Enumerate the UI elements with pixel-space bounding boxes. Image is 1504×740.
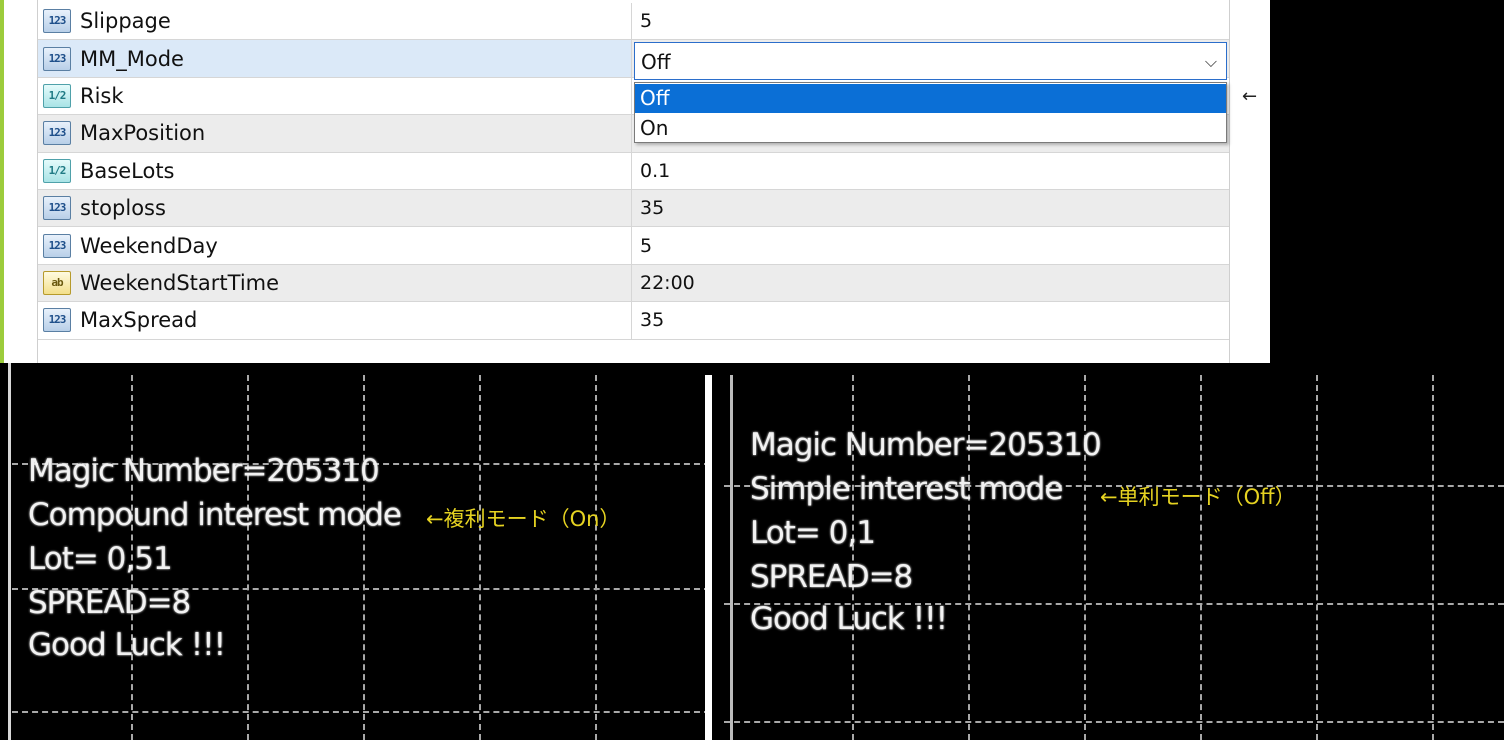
grid-line [1432,375,1434,740]
integer-type-icon: 123 [43,9,71,34]
grid-line [12,711,710,713]
param-row-slippage[interactable]: 123 Slippage 5 [38,3,1229,41]
grid-line [247,375,249,740]
integer-type-icon: 123 [43,196,71,221]
dropdown-option-off[interactable]: Off [635,84,1226,113]
info-magic-number: Magic Number=205310 [28,453,380,489]
chevron-down-icon[interactable]: ⌵ [1205,52,1217,72]
double-type-icon: 1/2 [43,158,71,183]
param-row-weekend-start-time[interactable]: ab WeekendStartTime 22:00 [38,264,1229,303]
mm-mode-dropdown[interactable]: Off ⌵ [634,42,1227,80]
param-name: BaseLots [80,158,175,183]
chart-axis-line [8,363,11,740]
grid-line [724,721,1504,723]
chart-compound-mode: Magic Number=205310 Compound interest mo… [0,363,710,740]
param-name: WeekendStartTime [80,270,280,295]
integer-type-icon: 123 [43,308,71,333]
param-row-weekend-day[interactable]: 123 WeekendDay 5 [38,227,1229,265]
param-name: stoploss [80,196,166,221]
param-name: Slippage [80,9,171,34]
double-type-icon: 1/2 [43,83,71,108]
arrow-annotation: ← [1242,86,1258,107]
grid-line [1316,375,1318,740]
param-name: MM_Mode [80,46,184,71]
param-row-max-spread[interactable]: 123 MaxSpread 35 [38,302,1229,340]
info-spread: SPREAD=8 [28,585,191,621]
integer-type-icon: 123 [43,233,71,258]
info-good-luck: Good Luck !!! [750,601,948,637]
grid-line [595,375,597,740]
param-row-stoploss[interactable]: 123 stoploss 35 [38,189,1229,228]
panel-right-border [1229,0,1230,363]
chart-separator [705,375,712,740]
param-value-field[interactable]: 5 [633,227,1229,263]
annotation-simple-off: ←単利モード（Off） [1100,485,1296,509]
param-value-field[interactable]: 35 [633,302,1229,338]
dropdown-option-on[interactable]: On [635,114,1226,143]
chart-axis-line [730,375,733,740]
panel-left-accent [0,0,4,363]
info-lot: Lot= 0,1 [750,515,876,551]
integer-type-icon: 123 [43,121,71,146]
param-value-field[interactable]: 0.1 [633,153,1229,189]
param-name: WeekendDay [80,233,218,258]
dropdown-selected-value: Off [641,50,671,74]
param-value-field[interactable]: 5 [633,3,1229,39]
grid-line [363,375,365,740]
info-lot: Lot= 0,51 [28,541,173,577]
param-value-field[interactable]: 35 [633,190,1229,226]
info-good-luck: Good Luck !!! [28,627,226,663]
annotation-compound-on: ←複利モード（On） [426,507,621,531]
inputs-panel: 123 Slippage 5 123 MM_Mode 1/2 Risk 123 … [0,0,1270,363]
param-value-field[interactable]: 22:00 [633,265,1229,301]
param-name: MaxSpread [80,308,198,333]
param-name: Risk [80,83,124,108]
grid-line [1200,375,1202,740]
grid-line [479,375,481,740]
info-spread: SPREAD=8 [750,559,913,595]
info-mode: Simple interest mode [750,471,1063,507]
info-magic-number: Magic Number=205310 [750,427,1102,463]
info-mode: Compound interest mode [28,497,402,533]
param-name: MaxPosition [80,121,206,146]
string-type-icon: ab [43,270,71,295]
integer-type-icon: 123 [43,46,71,71]
mm-mode-options-list: Off On [634,82,1227,143]
chart-simple-mode: Magic Number=205310 Simple interest mode… [712,363,1504,740]
param-row-base-lots[interactable]: 1/2 BaseLots 0.1 [38,152,1229,190]
